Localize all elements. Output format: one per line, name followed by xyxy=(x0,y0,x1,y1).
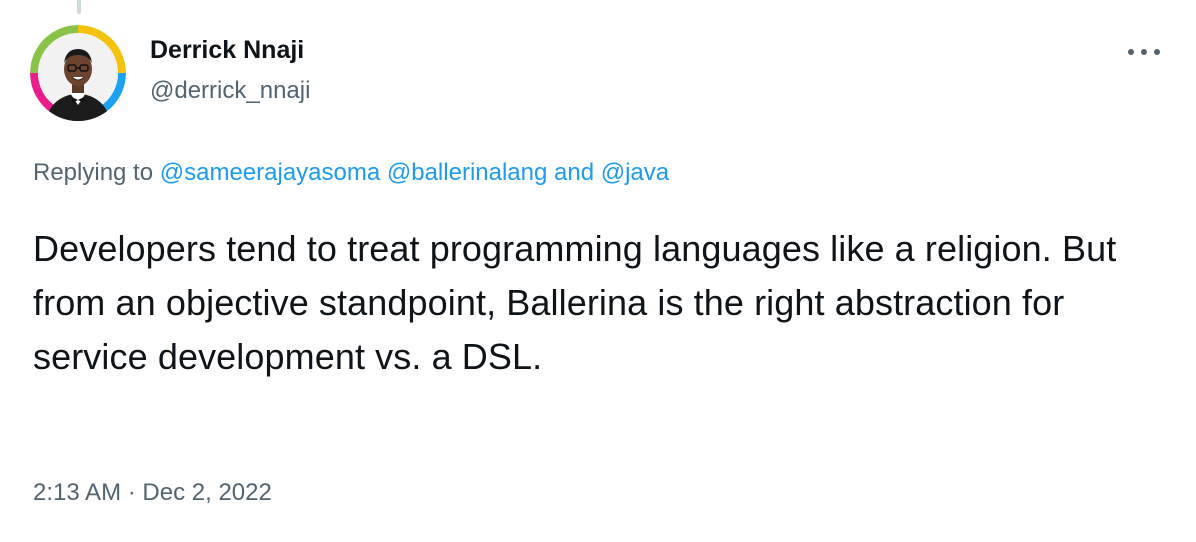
replying-to-line: Replying to @sameerajayasoma @ballerinal… xyxy=(33,159,669,187)
tweet-text: Developers tend to treat programming lan… xyxy=(33,228,1117,377)
more-options-button[interactable] xyxy=(1122,36,1166,68)
author-handle[interactable]: @derrick_nnaji xyxy=(150,77,310,105)
tweet-date-link[interactable]: Dec 2, 2022 xyxy=(142,479,271,506)
avatar[interactable] xyxy=(30,25,126,121)
author-name[interactable]: Derrick Nnaji xyxy=(150,36,304,65)
thread-connector-line xyxy=(77,0,81,14)
profile-photo-icon xyxy=(30,25,126,121)
mention-link-java[interactable]: @java xyxy=(601,159,669,186)
mention-link-sameerajayasoma[interactable]: @sameerajayasoma xyxy=(160,159,380,186)
more-horizontal-icon xyxy=(1128,49,1160,55)
timestamp-separator: · xyxy=(127,479,136,506)
tweet-time-link[interactable]: 2:13 AM xyxy=(33,479,121,506)
mention-connector: and xyxy=(554,159,595,186)
tweet-timestamp: 2:13 AM · Dec 2, 2022 xyxy=(33,479,272,507)
mention-link-ballerinalang[interactable]: @ballerinalang xyxy=(387,159,547,186)
replying-to-label: Replying to xyxy=(33,159,154,186)
